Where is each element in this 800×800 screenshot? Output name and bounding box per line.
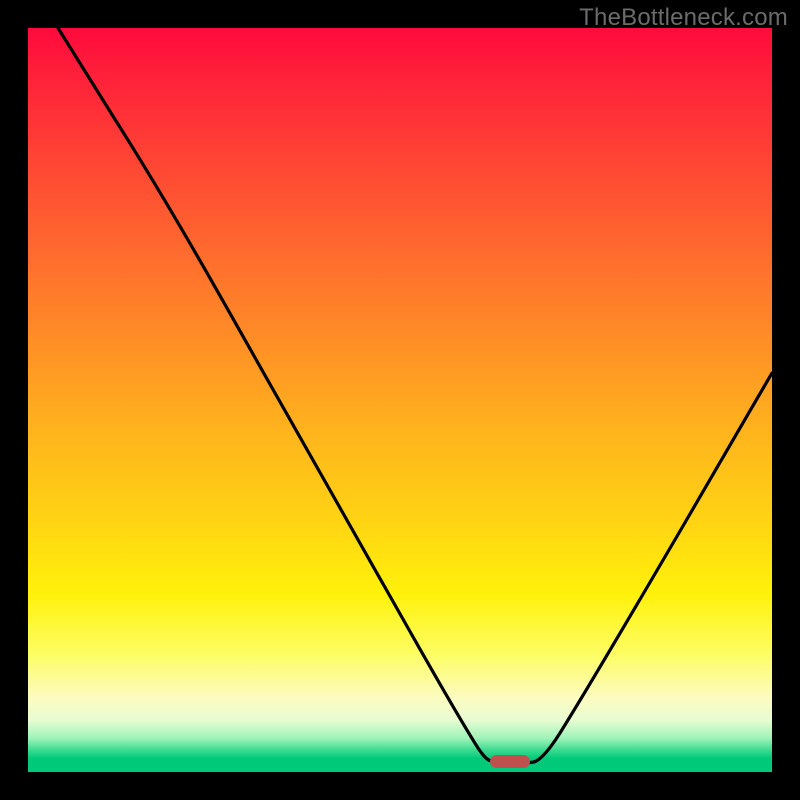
plot-area	[28, 28, 772, 772]
curve-left-segment	[58, 28, 494, 762]
bottleneck-curve	[28, 28, 772, 772]
optimal-point-marker	[490, 755, 530, 768]
chart-frame: TheBottleneck.com	[0, 0, 800, 800]
curve-right-segment	[534, 373, 772, 762]
